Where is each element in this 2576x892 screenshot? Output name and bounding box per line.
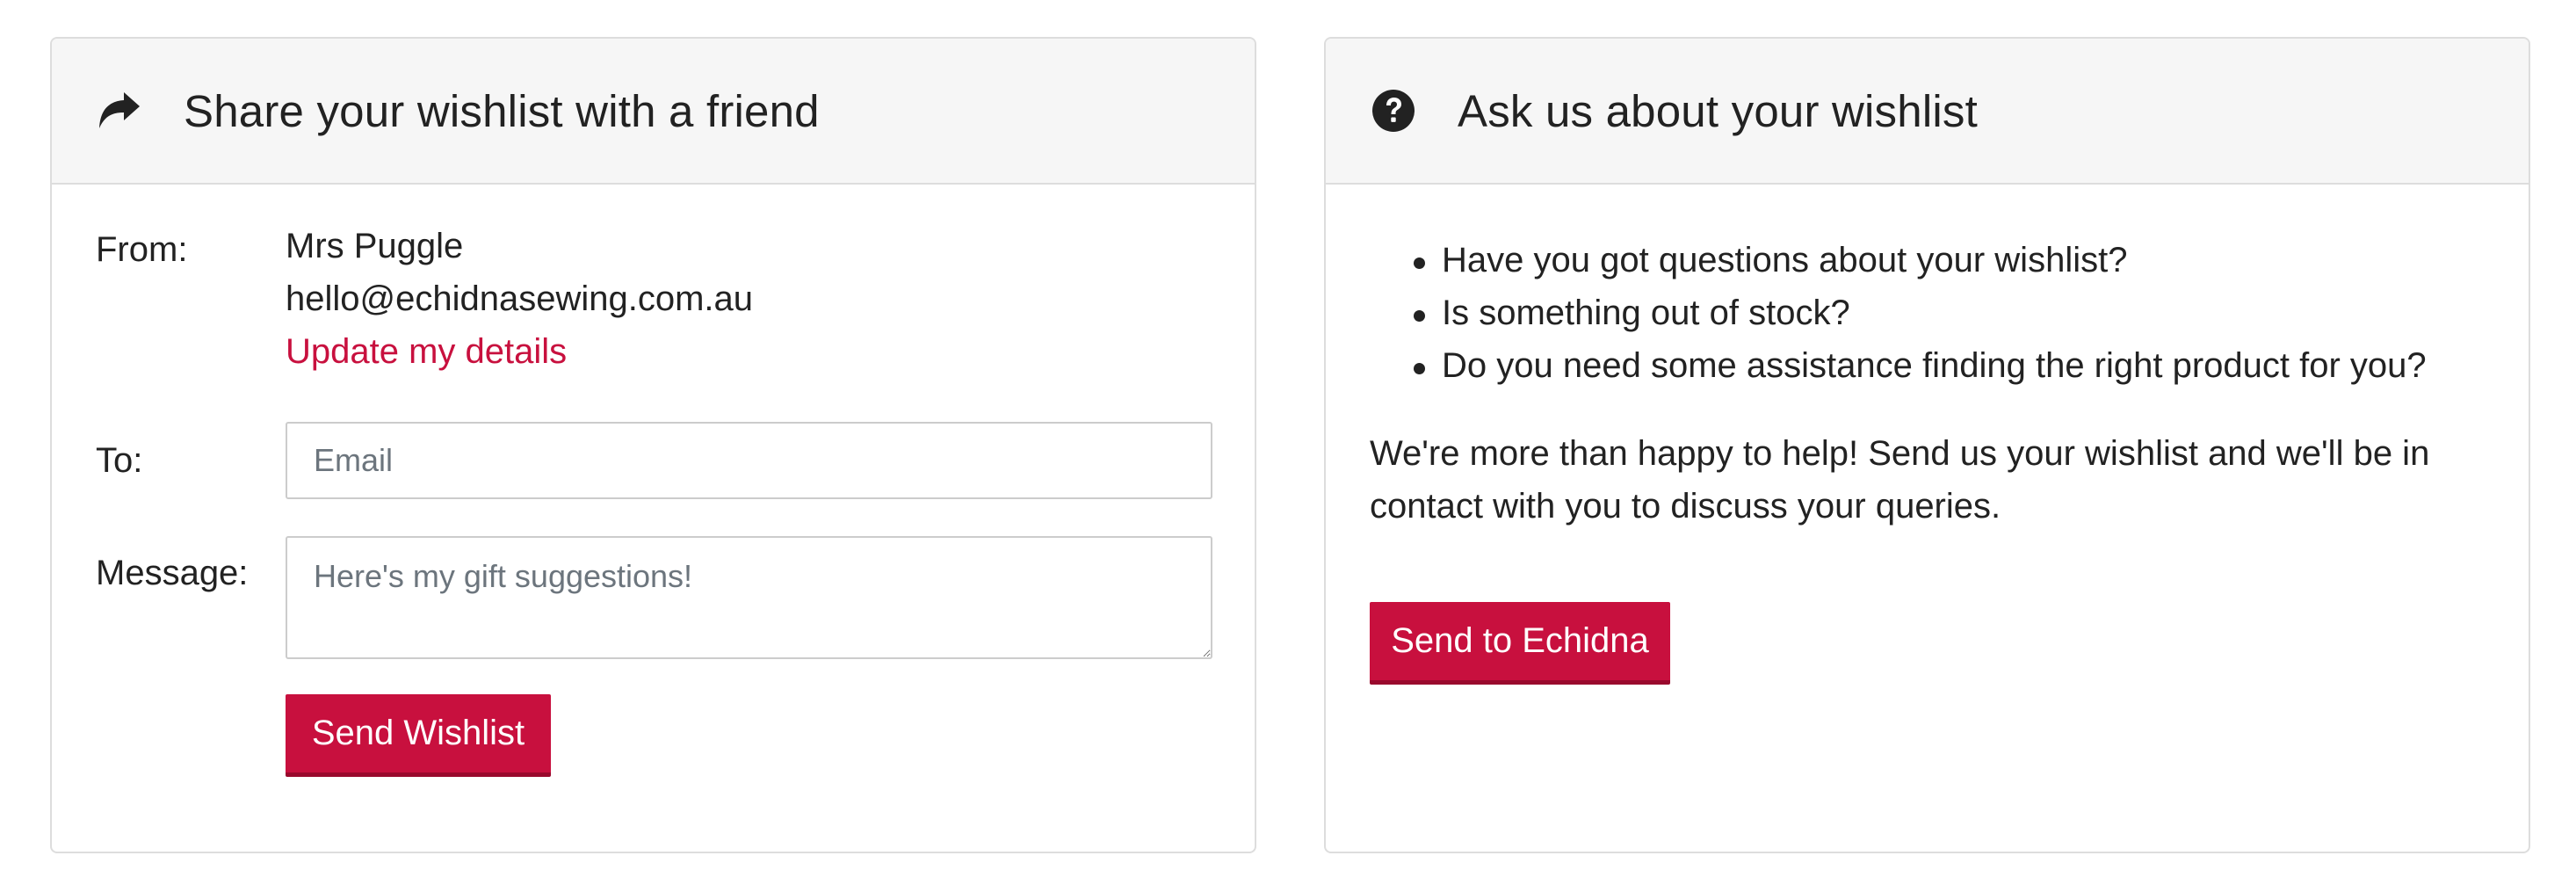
ask-wishlist-panel: Ask us about your wishlist Have you got … (1324, 37, 2530, 853)
share-panel-header: Share your wishlist with a friend (52, 39, 1255, 185)
share-arrow-icon (96, 87, 143, 134)
list-item: Is something out of stock? (1414, 286, 2427, 339)
send-to-echidna-button[interactable]: Send to Echidna (1370, 602, 1670, 685)
question-circle-icon (1370, 87, 1417, 134)
to-label: To: (96, 441, 143, 480)
update-details-link[interactable]: Update my details (286, 332, 567, 371)
share-panel-title: Share your wishlist with a friend (184, 85, 820, 136)
ask-panel-title: Ask us about your wishlist (1458, 85, 1978, 136)
share-wishlist-panel: Share your wishlist with a friend From: … (50, 37, 1256, 853)
list-item: Have you got questions about your wishli… (1414, 234, 2427, 286)
recipient-email-input[interactable] (286, 422, 1212, 499)
message-label: Message: (96, 554, 249, 592)
list-item: Do you need some assistance finding the … (1414, 339, 2427, 392)
message-textarea[interactable] (286, 536, 1212, 659)
from-email: hello@echidnasewing.com.au (286, 279, 754, 318)
from-details: Mrs Puggle hello@echidnasewing.com.au Up… (286, 220, 753, 378)
send-wishlist-button[interactable]: Send Wishlist (286, 694, 551, 777)
ask-panel-header: Ask us about your wishlist (1326, 39, 2529, 185)
help-paragraph: We're more than happy to help! Send us y… (1370, 434, 2430, 526)
from-name: Mrs Puggle (286, 227, 464, 265)
questions-list: Have you got questions about your wishli… (1414, 234, 2427, 392)
from-label: From: (96, 230, 188, 269)
